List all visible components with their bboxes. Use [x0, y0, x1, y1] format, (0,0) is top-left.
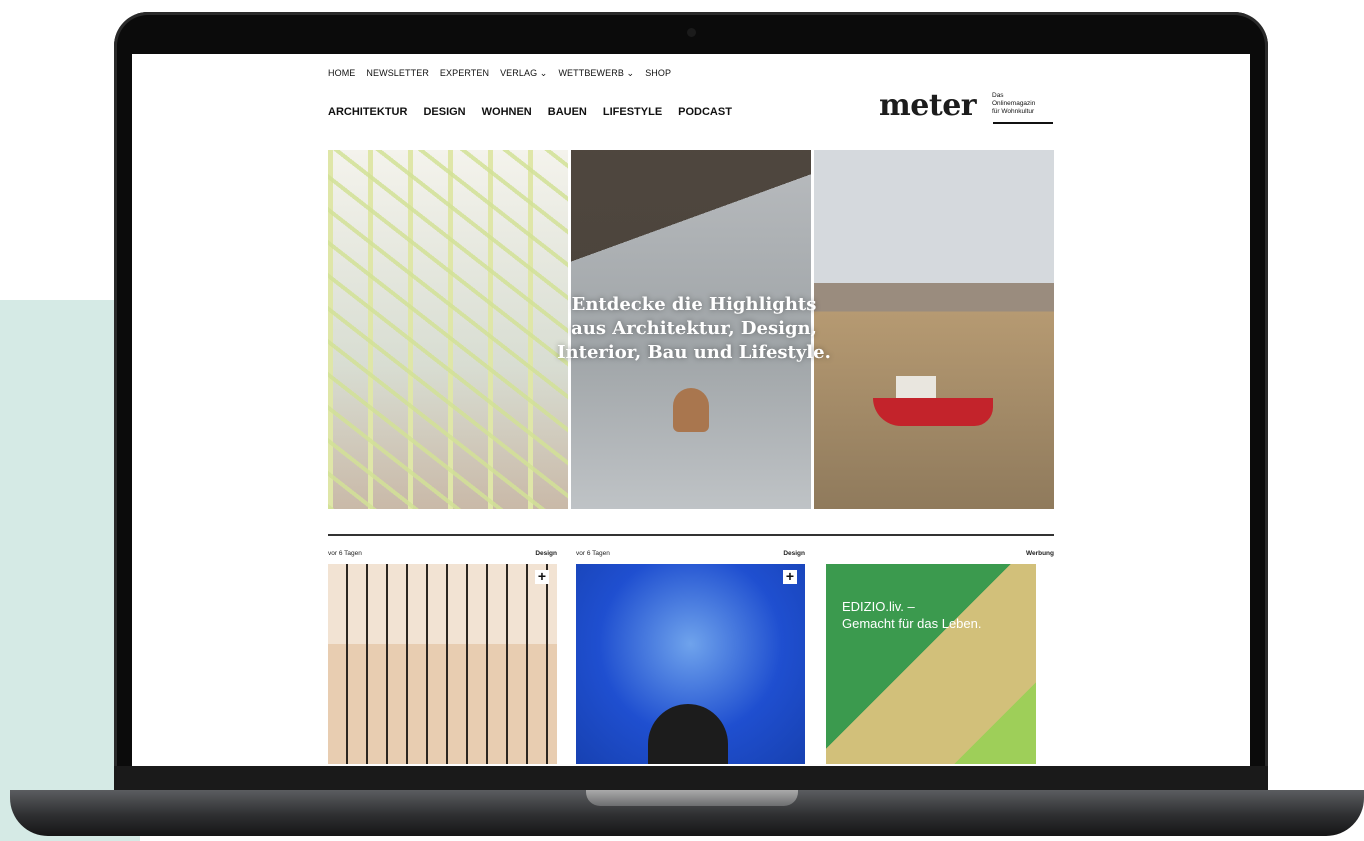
nav-wohnen[interactable]: WOHNEN	[482, 106, 532, 118]
nav-newsletter[interactable]: NEWSLETTER	[366, 68, 429, 79]
card-age: vor 6 Tagen	[576, 550, 610, 557]
tagline-line: Onlinemagazin	[992, 100, 1036, 107]
hero-headline-line: Interior, Bau und Lifestyle.	[557, 342, 831, 363]
camera-icon	[687, 28, 696, 37]
tagline-underline	[993, 122, 1053, 124]
hero-headline-line: Entdecke die Highlights	[571, 294, 817, 315]
nav-bauen[interactable]: BAUEN	[548, 106, 587, 118]
boat-cabin-shape	[896, 376, 936, 400]
screen: HOME NEWSLETTER EXPERTEN VERLAG ⌄ WETTBE…	[132, 54, 1250, 766]
nav-verlag[interactable]: VERLAG ⌄	[500, 68, 547, 79]
tagline-line: für Wohnkultur	[992, 108, 1035, 115]
laptop-hinge	[586, 790, 798, 806]
card-meta: Werbung	[826, 550, 1054, 564]
nav-wettbewerb[interactable]: WETTBEWERB ⌄	[558, 68, 634, 79]
hero-image-harbour[interactable]	[814, 150, 1054, 509]
tagline-line: Das	[992, 92, 1004, 99]
hero-gallery: Entdecke die Highlights aus Architektur,…	[328, 150, 1054, 509]
nav-shop[interactable]: SHOP	[645, 68, 671, 79]
nav-lifestyle[interactable]: LIFESTYLE	[603, 106, 662, 118]
card-meta: vor 6 Tagen Design	[328, 550, 557, 564]
article-card[interactable]: vor 6 Tagen Design +	[328, 550, 557, 764]
nav-podcast[interactable]: PODCAST	[678, 106, 732, 118]
nav-experten[interactable]: EXPERTEN	[440, 68, 489, 79]
card-category[interactable]: Design	[535, 550, 557, 564]
card-meta: vor 6 Tagen Design	[576, 550, 805, 564]
nav-architektur[interactable]: ARCHITEKTUR	[328, 106, 407, 118]
chair-shape	[673, 388, 709, 432]
ad-image[interactable]: EDIZIO.liv. – Gemacht für das Leben.	[826, 564, 1036, 764]
boat-shape	[873, 398, 993, 426]
main-nav: ARCHITEKTUR DESIGN WOHNEN BAUEN LIFESTYL…	[328, 106, 732, 118]
hero-headline: Entdecke die Highlights aus Architektur,…	[554, 293, 834, 365]
section-divider	[328, 534, 1054, 536]
article-card[interactable]: vor 6 Tagen Design +	[576, 550, 805, 764]
top-nav: HOME NEWSLETTER EXPERTEN VERLAG ⌄ WETTBE…	[328, 68, 671, 79]
add-icon[interactable]: +	[783, 569, 797, 584]
site-tagline: Das Onlinemagazin für Wohnkultur	[992, 92, 1035, 116]
card-image[interactable]: +	[576, 564, 805, 764]
ad-headline-line: Gemacht für das Leben.	[842, 616, 982, 631]
card-category[interactable]: Design	[783, 550, 805, 564]
card-image[interactable]: +	[328, 564, 557, 764]
hero-image-atrium[interactable]	[328, 150, 568, 509]
person-shape	[648, 704, 728, 764]
ad-card[interactable]: Werbung EDIZIO.liv. – Gemacht für das Le…	[826, 550, 1054, 764]
nav-design[interactable]: DESIGN	[423, 106, 465, 118]
ad-headline: EDIZIO.liv. – Gemacht für das Leben.	[842, 598, 981, 632]
ad-headline-line: EDIZIO.liv. –	[842, 599, 915, 614]
nav-home[interactable]: HOME	[328, 68, 355, 79]
card-category: Werbung	[1025, 550, 1054, 557]
add-icon[interactable]: +	[535, 569, 549, 584]
hero-headline-line: aus Architektur, Design,	[571, 318, 817, 339]
site-logo[interactable]: meter	[879, 88, 977, 123]
laptop-bezel	[114, 766, 1268, 792]
card-age: vor 6 Tagen	[328, 550, 362, 557]
